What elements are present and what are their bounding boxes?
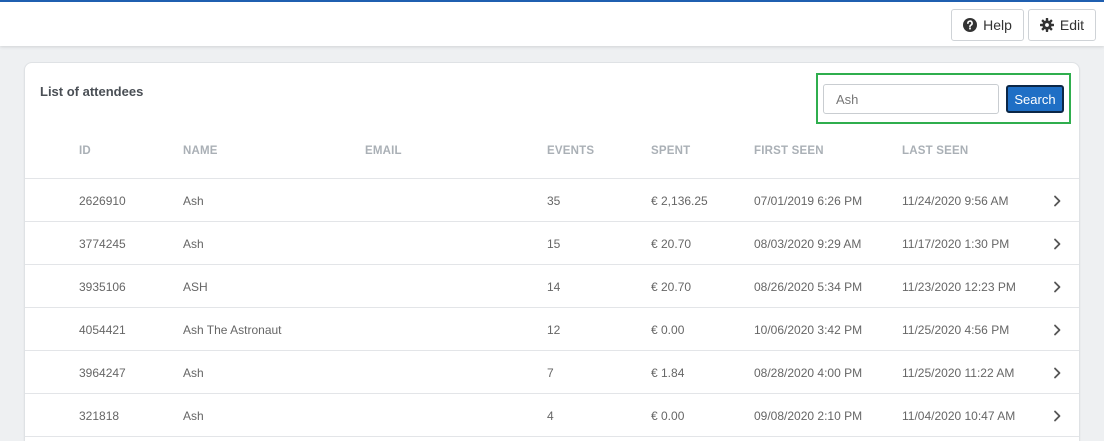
gear-icon	[1039, 18, 1054, 32]
cell-id: 3935106	[79, 280, 126, 294]
cell-first-seen: 10/06/2020 3:42 PM	[754, 323, 863, 337]
table-header: ID NAME EMAIL EVENTS SPENT FIRST SEEN LA…	[25, 133, 1079, 179]
cell-first-seen: 08/28/2020 4:00 PM	[754, 366, 863, 380]
cell-first-seen: 08/03/2020 9:29 AM	[754, 237, 862, 251]
cell-id: 4054421	[79, 323, 126, 337]
search-button[interactable]: Search	[1006, 85, 1064, 113]
cell-events: 7	[547, 366, 554, 380]
cell-first-seen: 09/08/2020 2:10 PM	[754, 409, 863, 423]
chevron-right-icon[interactable]	[1052, 194, 1062, 207]
chevron-right-icon[interactable]	[1052, 237, 1062, 250]
cell-spent: € 2,136.25	[651, 194, 708, 208]
column-header-spent: SPENT	[651, 145, 691, 157]
column-header-first-seen: FIRST SEEN	[754, 145, 824, 157]
chevron-right-icon[interactable]	[1052, 323, 1062, 336]
cell-first-seen: 07/01/2019 6:26 PM	[754, 194, 863, 208]
cell-first-seen: 08/26/2020 5:34 PM	[754, 280, 863, 294]
chevron-right-icon[interactable]	[1052, 409, 1062, 422]
cell-events: 35	[547, 194, 561, 208]
table-row[interactable]: 321818 Ash 4 € 0.00 09/08/2020 2:10 PM 1…	[25, 394, 1079, 437]
cell-id: 3964247	[79, 366, 126, 380]
chevron-right-icon[interactable]	[1052, 366, 1062, 379]
search-input[interactable]	[823, 84, 999, 114]
cell-events: 15	[547, 237, 561, 251]
column-header-last-seen: LAST SEEN	[902, 145, 969, 157]
cell-last-seen: 11/25/2020 4:56 PM	[902, 323, 1010, 337]
top-actions: Help Edit	[951, 9, 1096, 41]
edit-button[interactable]: Edit	[1027, 9, 1096, 41]
chevron-right-icon[interactable]	[1052, 280, 1062, 293]
cell-events: 14	[547, 280, 561, 294]
cell-name: Ash	[183, 194, 204, 208]
cell-spent: € 20.70	[651, 237, 692, 251]
column-header-email: EMAIL	[365, 145, 402, 157]
column-header-name: NAME	[183, 145, 218, 157]
cell-id: 3774245	[79, 237, 126, 251]
cell-events: 4	[547, 409, 554, 423]
cell-name: Ash	[183, 366, 204, 380]
cell-events: 12	[547, 323, 561, 337]
cell-spent: € 20.70	[651, 280, 692, 294]
table-row[interactable]: 3935106 ASH 14 € 20.70 08/26/2020 5:34 P…	[25, 265, 1079, 308]
cell-last-seen: 11/25/2020 11:22 AM	[902, 366, 1015, 380]
cell-spent: € 1.84	[651, 366, 685, 380]
cell-id: 321818	[79, 409, 120, 423]
attendees-card: List of attendees Search ID NAME EMAIL E…	[24, 62, 1080, 441]
cell-name: Ash	[183, 237, 204, 251]
card-title: List of attendees	[40, 84, 144, 99]
top-bar: Help Edit	[0, 0, 1104, 46]
cell-last-seen: 11/23/2020 12:23 PM	[902, 280, 1016, 294]
table-row[interactable]: 3964247 Ash 7 € 1.84 08/28/2020 4:00 PM …	[25, 351, 1079, 394]
edit-label: Edit	[1059, 17, 1084, 33]
cell-id: 2626910	[79, 194, 126, 208]
cell-spent: € 0.00	[651, 323, 685, 337]
cell-name: Ash	[183, 409, 204, 423]
table-row[interactable]: 4054421 Ash The Astronaut 12 € 0.00 10/0…	[25, 308, 1079, 351]
cell-name: Ash The Astronaut	[183, 323, 282, 337]
column-header-events: EVENTS	[547, 145, 595, 157]
cell-last-seen: 11/04/2020 10:47 AM	[902, 409, 1016, 423]
help-label: Help	[983, 17, 1012, 33]
cell-last-seen: 11/17/2020 1:30 PM	[902, 237, 1010, 251]
question-circle-icon	[963, 18, 978, 32]
table-row[interactable]: 3774245 Ash 15 € 20.70 08/03/2020 9:29 A…	[25, 222, 1079, 265]
column-header-id: ID	[79, 145, 91, 157]
cell-name: ASH	[183, 280, 208, 294]
search-area: Search	[816, 73, 1071, 124]
cell-last-seen: 11/24/2020 9:56 AM	[902, 194, 1009, 208]
help-button[interactable]: Help	[951, 9, 1024, 41]
cell-spent: € 0.00	[651, 409, 685, 423]
table-row[interactable]: 2626910 Ash 35 € 2,136.25 07/01/2019 6:2…	[25, 179, 1079, 222]
